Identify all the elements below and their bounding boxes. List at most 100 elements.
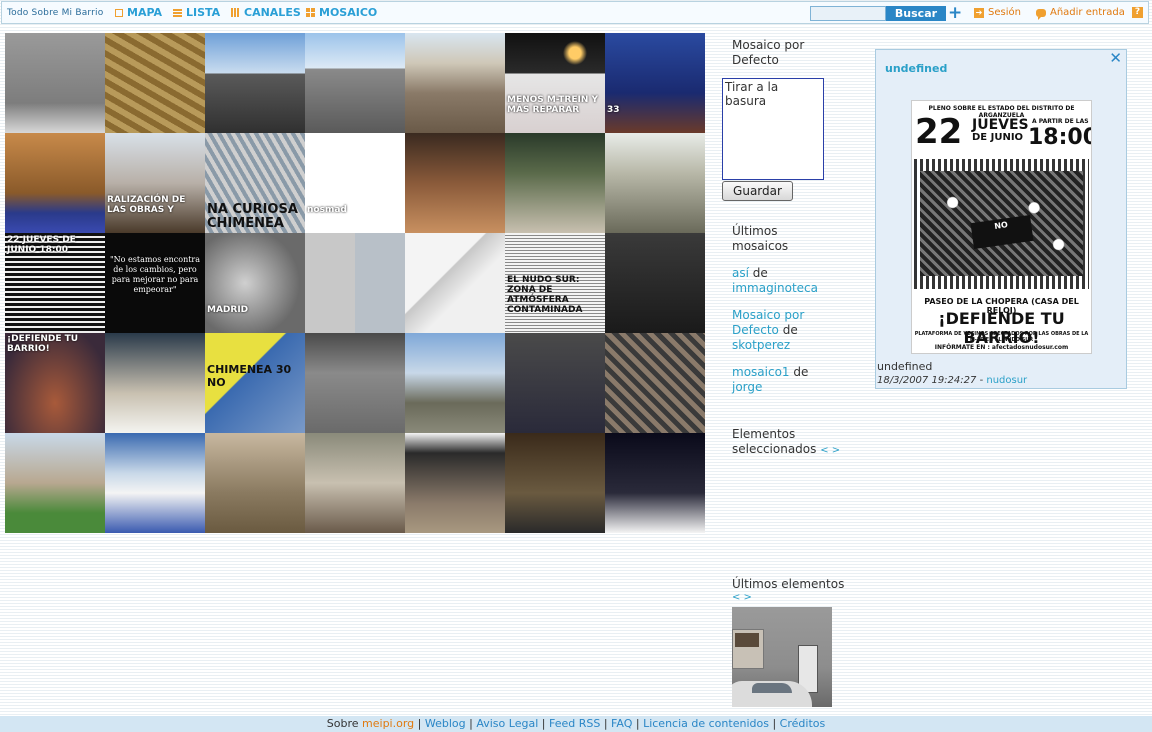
mosaic-tile[interactable] xyxy=(505,133,605,233)
poster-month: DE JUNIO xyxy=(972,132,1024,143)
panel-separator: - xyxy=(979,375,984,386)
mosaic-icon xyxy=(306,8,315,17)
mosaic-tile-caption: RALIZACIÓN DE LAS OBRAS Y xyxy=(107,195,186,215)
mosaic-author-link[interactable]: skotperez xyxy=(732,338,790,352)
footer-faq-link[interactable]: FAQ xyxy=(611,717,632,730)
mosaic-tile[interactable] xyxy=(305,33,405,133)
mosaic-tile[interactable] xyxy=(205,33,305,133)
footer-sep: | xyxy=(603,717,608,730)
by-label: de xyxy=(793,365,809,379)
nav-list-label: LISTA xyxy=(186,6,221,19)
poster-weekday: JUEVES xyxy=(972,117,1029,133)
mosaic-tile[interactable] xyxy=(605,333,705,433)
mosaic-tile[interactable] xyxy=(305,333,405,433)
mosaic-tile-caption: 22 JUEVES DE JUNIO 18:00 xyxy=(7,235,76,255)
mosaic-tile[interactable]: CHIMENEA 30 NO xyxy=(205,333,305,433)
mosaic-tile-caption: MENOS M-TREIN Y MÁS REPARAR xyxy=(507,95,599,115)
save-button[interactable]: Guardar xyxy=(722,181,793,201)
mosaic-tile[interactable]: "No estamos encontra de los cambios, per… xyxy=(105,233,205,333)
mosaic-tile[interactable]: EL NUDO SUR: ZONA DE ATMÓSFERA CONTAMINA… xyxy=(505,233,605,333)
mosaic-tile[interactable] xyxy=(605,233,705,333)
nav-channels-link[interactable]: CANALES xyxy=(231,6,301,19)
mosaic-tile-caption: MADRID xyxy=(207,305,249,315)
search-button[interactable]: Buscar xyxy=(886,6,946,21)
help-icon[interactable]: ? xyxy=(1132,7,1143,18)
footer-legal-link[interactable]: Aviso Legal xyxy=(476,717,538,730)
mosaic-link[interactable]: así xyxy=(732,266,749,280)
session-link[interactable]: ➔ Sesión xyxy=(974,7,1021,18)
nav-list-link[interactable]: LISTA xyxy=(173,6,220,19)
footer-weblog-link[interactable]: Weblog xyxy=(425,717,466,730)
session-label: Sesión xyxy=(988,7,1021,18)
add-entry-link[interactable]: Añadir entrada xyxy=(1036,7,1125,20)
mosaic-tile[interactable] xyxy=(5,33,105,133)
mosaic-tile[interactable] xyxy=(405,333,505,433)
mosaic-tile-caption: "No estamos encontra de los cambios, per… xyxy=(109,255,201,294)
mosaic-tile[interactable] xyxy=(405,33,505,133)
footer-site-link[interactable]: meipi.org xyxy=(362,717,414,730)
mosaic-tile[interactable] xyxy=(305,233,405,333)
footer-license-link[interactable]: Licencia de contenidos xyxy=(643,717,769,730)
mosaic-tile[interactable] xyxy=(405,133,505,233)
mosaic-tile[interactable]: 22 JUEVES DE JUNIO 18:00 xyxy=(5,233,105,333)
nav-map-label: MAPA xyxy=(127,6,163,19)
footer-rss-link[interactable]: Feed RSS xyxy=(549,717,600,730)
mosaic-tile-caption: EL NUDO SUR: ZONA DE ATMÓSFERA CONTAMINA… xyxy=(507,275,583,315)
latest-element-thumbnail[interactable] xyxy=(732,607,832,707)
nav-mosaic-link[interactable]: MOSAICO xyxy=(306,6,377,19)
mosaic-tile[interactable]: NA CURIOSA CHIMENEA xyxy=(205,133,305,233)
mosaic-tile[interactable]: 33 xyxy=(605,33,705,133)
mosaic-link[interactable]: mosaico1 xyxy=(732,365,790,379)
mosaic-tile[interactable] xyxy=(105,333,205,433)
mosaic-title: Mosaico por Defecto xyxy=(732,38,805,67)
mosaic-author-link[interactable]: immaginoteca xyxy=(732,281,818,295)
panel-date: 18/3/2007 19:24:27 xyxy=(877,375,977,386)
mosaic-tile[interactable] xyxy=(605,433,705,533)
mosaic-tile[interactable]: MENOS M-TREIN Y MÁS REPARAR xyxy=(505,33,605,133)
site-brand-link[interactable]: Todo Sobre Mi Barrio xyxy=(7,8,103,18)
footer-sep: | xyxy=(772,717,777,730)
mosaic-tile[interactable] xyxy=(505,333,605,433)
mosaic-tile[interactable]: ¡DEFIENDE TU BARRIO! xyxy=(5,333,105,433)
selected-elements-title: Elementos seleccionados xyxy=(732,427,817,456)
selected-nav-arrows[interactable]: < > xyxy=(820,445,840,456)
event-poster-image[interactable]: PLENO SOBRE EL ESTADO DEL DISTRITO DE AR… xyxy=(911,100,1092,354)
mosaic-tile[interactable] xyxy=(405,233,505,333)
footer: Sobre meipi.org | Weblog | Aviso Legal |… xyxy=(0,716,1152,732)
mosaic-grid: MENOS M-TREIN Y MÁS REPARAR 33 RALIZACIÓN … xyxy=(5,33,705,533)
nav-channels-label: CANALES xyxy=(244,6,301,19)
mosaic-tile[interactable] xyxy=(305,433,405,533)
mosaic-tile-caption: nosmad xyxy=(307,205,347,215)
mosaic-tile[interactable] xyxy=(105,433,205,533)
mosaic-author-link[interactable]: jorge xyxy=(732,380,762,394)
mosaic-tile[interactable] xyxy=(5,133,105,233)
mosaic-tile[interactable] xyxy=(5,433,105,533)
panel-title: undefined xyxy=(885,62,948,75)
list-icon xyxy=(173,8,182,17)
mosaic-tile[interactable] xyxy=(405,433,505,533)
search-input[interactable] xyxy=(810,6,886,21)
mosaic-tile[interactable]: MADRID xyxy=(205,233,305,333)
poster-org: PLATAFORMA DE VECINOS AFECTADOS POR LAS … xyxy=(914,331,1089,343)
mosaic-tile[interactable] xyxy=(105,33,205,133)
latest-nav-arrows[interactable]: < > xyxy=(732,592,752,603)
mosaic-tile[interactable] xyxy=(605,133,705,233)
footer-about-label: Sobre xyxy=(326,717,359,730)
panel-meta: 18/3/2007 19:24:27 - nudosur xyxy=(877,375,1027,386)
mosaic-tile-caption: 33 xyxy=(607,105,620,115)
mosaic-tile[interactable]: nosmad xyxy=(305,133,405,233)
latest-mosaics-title: Últimos mosaicos xyxy=(732,224,789,253)
mosaic-tile[interactable] xyxy=(505,433,605,533)
nav-map-link[interactable]: MAPA xyxy=(115,6,162,19)
latest-elements-title: Últimos elementos xyxy=(732,577,845,591)
comment-bubble-icon xyxy=(1036,8,1046,20)
add-plus-icon[interactable]: + xyxy=(948,3,962,23)
close-icon[interactable]: ✕ xyxy=(1109,49,1122,67)
panel-author-link[interactable]: nudosur xyxy=(986,375,1027,386)
panel-subtitle: undefined xyxy=(877,360,933,373)
footer-credits-link[interactable]: Créditos xyxy=(780,717,826,730)
trash-dropzone[interactable]: Tirar a la basura xyxy=(722,78,824,180)
mosaic-tile[interactable]: RALIZACIÓN DE LAS OBRAS Y xyxy=(105,133,205,233)
mosaic-tile[interactable] xyxy=(205,433,305,533)
mosaic-tile-caption: CHIMENEA 30 NO xyxy=(207,363,292,389)
